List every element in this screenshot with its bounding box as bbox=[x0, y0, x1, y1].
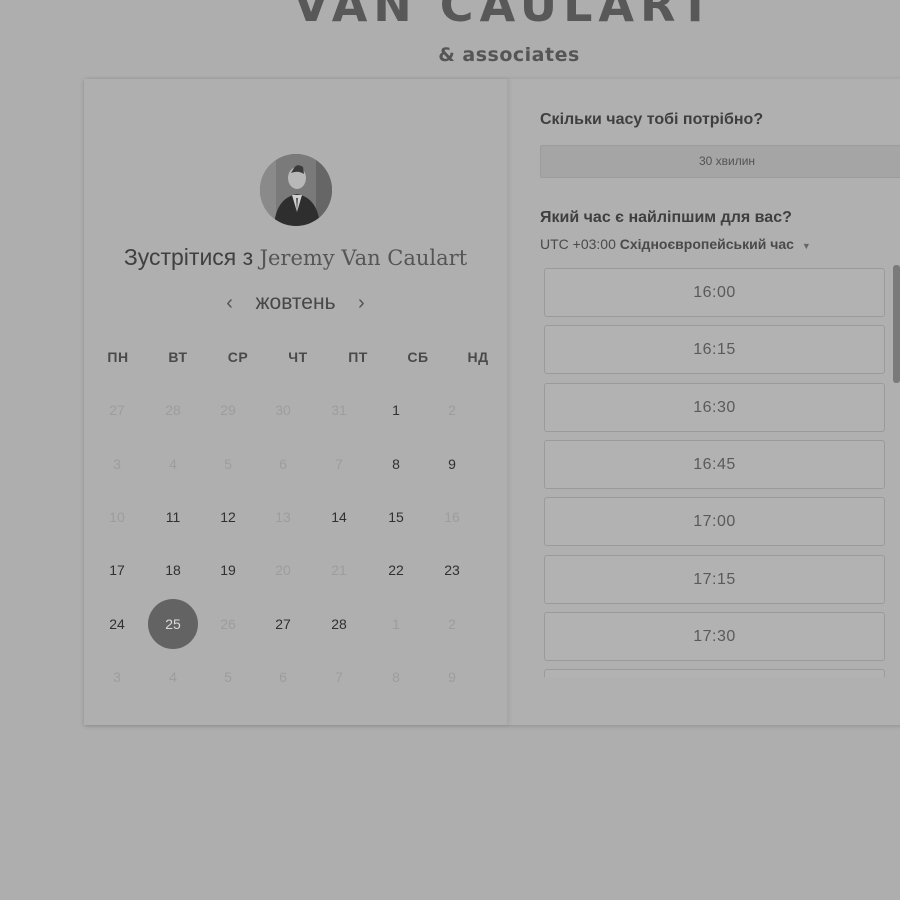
caret-down-icon: ▼ bbox=[801, 241, 811, 251]
chevron-left-icon[interactable]: ‹ bbox=[210, 292, 250, 315]
calendar-day[interactable]: 22 bbox=[371, 545, 421, 595]
calendar-day: 2 bbox=[448, 402, 456, 418]
calendar-day[interactable]: 23 bbox=[427, 545, 477, 595]
calendar-day: 7 bbox=[335, 456, 343, 472]
calendar-day: 13 bbox=[275, 509, 291, 525]
calendar-day[interactable]: 12 bbox=[203, 492, 253, 542]
weekday-label: СР bbox=[227, 349, 249, 365]
host-name: Jeremy Van Caulart bbox=[259, 246, 468, 270]
calendar-day: 5 bbox=[224, 456, 232, 472]
calendar-day[interactable]: 11 bbox=[148, 492, 198, 542]
calendar-pane: Зустрітися з Jeremy Van Caulart ‹ жовтен… bbox=[84, 79, 507, 725]
calendar-day: 30 bbox=[275, 402, 291, 418]
calendar-day[interactable]: 17 bbox=[92, 545, 142, 595]
calendar-day[interactable]: 14 bbox=[314, 492, 364, 542]
calendar-day: 7 bbox=[335, 669, 343, 685]
calendar-day: 6 bbox=[279, 669, 287, 685]
timezone-name: Східноєвропейський час bbox=[619, 236, 794, 252]
host-avatar bbox=[260, 154, 332, 226]
calendar-day: 5 bbox=[224, 669, 232, 685]
calendar-day: 21 bbox=[331, 562, 347, 578]
time-slot-button[interactable]: 16:30 bbox=[544, 382, 885, 432]
month-navigation: ‹ жовтень › bbox=[84, 291, 507, 315]
time-slot-button[interactable]: 17:15 bbox=[544, 554, 885, 604]
time-question: Який час є найліпшим для вас? bbox=[540, 209, 792, 226]
calendar-day[interactable]: 18 bbox=[148, 545, 198, 595]
calendar-day[interactable]: 28 bbox=[314, 599, 364, 649]
weekday-header: ПН ВТ СР ЧТ ПТ СБ НД bbox=[88, 349, 508, 365]
calendar-day: 29 bbox=[220, 402, 236, 418]
calendar-day: 26 bbox=[220, 616, 236, 632]
timezone-offset: UTC +03:00 bbox=[540, 236, 616, 252]
weekday-label: НД bbox=[467, 349, 489, 365]
calendar-day: 27 bbox=[109, 402, 125, 418]
calendar-day: 2 bbox=[448, 616, 456, 632]
duration-select[interactable]: 30 хвилин bbox=[540, 145, 900, 178]
calendar-day: 3 bbox=[113, 456, 121, 472]
calendar-day: 8 bbox=[392, 669, 400, 685]
calendar-day: 28 bbox=[165, 402, 181, 418]
time-slot-button[interactable]: 17:00 bbox=[544, 497, 885, 547]
calendar-day: 16 bbox=[444, 509, 460, 525]
meeting-title: Зустрітися з Jeremy Van Caulart bbox=[84, 244, 507, 271]
calendar-day: 20 bbox=[275, 562, 291, 578]
calendar-day: 10 bbox=[109, 509, 125, 525]
calendar-day[interactable]: 19 bbox=[203, 545, 253, 595]
calendar-day: 4 bbox=[169, 456, 177, 472]
calendar-day[interactable]: 15 bbox=[371, 492, 421, 542]
calendar-day: 31 bbox=[331, 402, 347, 418]
meeting-title-prefix: Зустрітися з bbox=[123, 244, 254, 270]
weekday-label: СБ bbox=[407, 349, 429, 365]
calendar-day: 6 bbox=[279, 456, 287, 472]
calendar-day[interactable]: 27 bbox=[258, 599, 308, 649]
calendar-day: 9 bbox=[448, 669, 456, 685]
booking-card: Зустрітися з Jeremy Van Caulart ‹ жовтен… bbox=[84, 79, 900, 725]
time-slot-button[interactable]: 17:30 bbox=[544, 611, 885, 661]
calendar-day[interactable]: 24 bbox=[92, 599, 142, 649]
calendar-day: 3 bbox=[113, 669, 121, 685]
weekday-label: ЧТ bbox=[288, 349, 308, 365]
time-slot-list[interactable]: 16:00 16:15 16:30 16:45 17:00 17:15 17:30 bbox=[544, 268, 885, 677]
weekday-label: ПТ bbox=[348, 349, 368, 365]
time-slot-button[interactable]: 16:45 bbox=[544, 439, 885, 489]
scheduling-pane: Скільки часу тобі потрібно? 30 хвилин Як… bbox=[508, 79, 900, 725]
time-slot-button[interactable] bbox=[544, 669, 885, 677]
chevron-right-icon[interactable]: › bbox=[341, 292, 381, 315]
weekday-label: ПН bbox=[107, 349, 129, 365]
calendar-day[interactable]: 9 bbox=[427, 439, 477, 489]
calendar-day: 4 bbox=[169, 669, 177, 685]
month-label: жовтень bbox=[255, 291, 336, 314]
host-photo-icon bbox=[260, 154, 332, 226]
brand-title: VAN CAULART bbox=[293, 0, 717, 32]
duration-question: Скільки часу тобі потрібно? bbox=[540, 111, 764, 128]
calendar-day[interactable]: 1 bbox=[371, 385, 421, 435]
calendar-day: 1 bbox=[392, 616, 400, 632]
calendar-day[interactable]: 8 bbox=[371, 439, 421, 489]
brand-subtitle: & associates bbox=[438, 44, 580, 66]
weekday-label: ВТ bbox=[168, 349, 188, 365]
timezone-select[interactable]: UTC +03:00 Східноєвропейський час ▼ bbox=[540, 236, 811, 252]
calendar-day-selected[interactable]: 25 bbox=[148, 599, 198, 649]
time-slot-button[interactable]: 16:15 bbox=[544, 325, 885, 375]
time-slot-button[interactable]: 16:00 bbox=[544, 268, 885, 317]
scrollbar[interactable] bbox=[893, 265, 900, 383]
